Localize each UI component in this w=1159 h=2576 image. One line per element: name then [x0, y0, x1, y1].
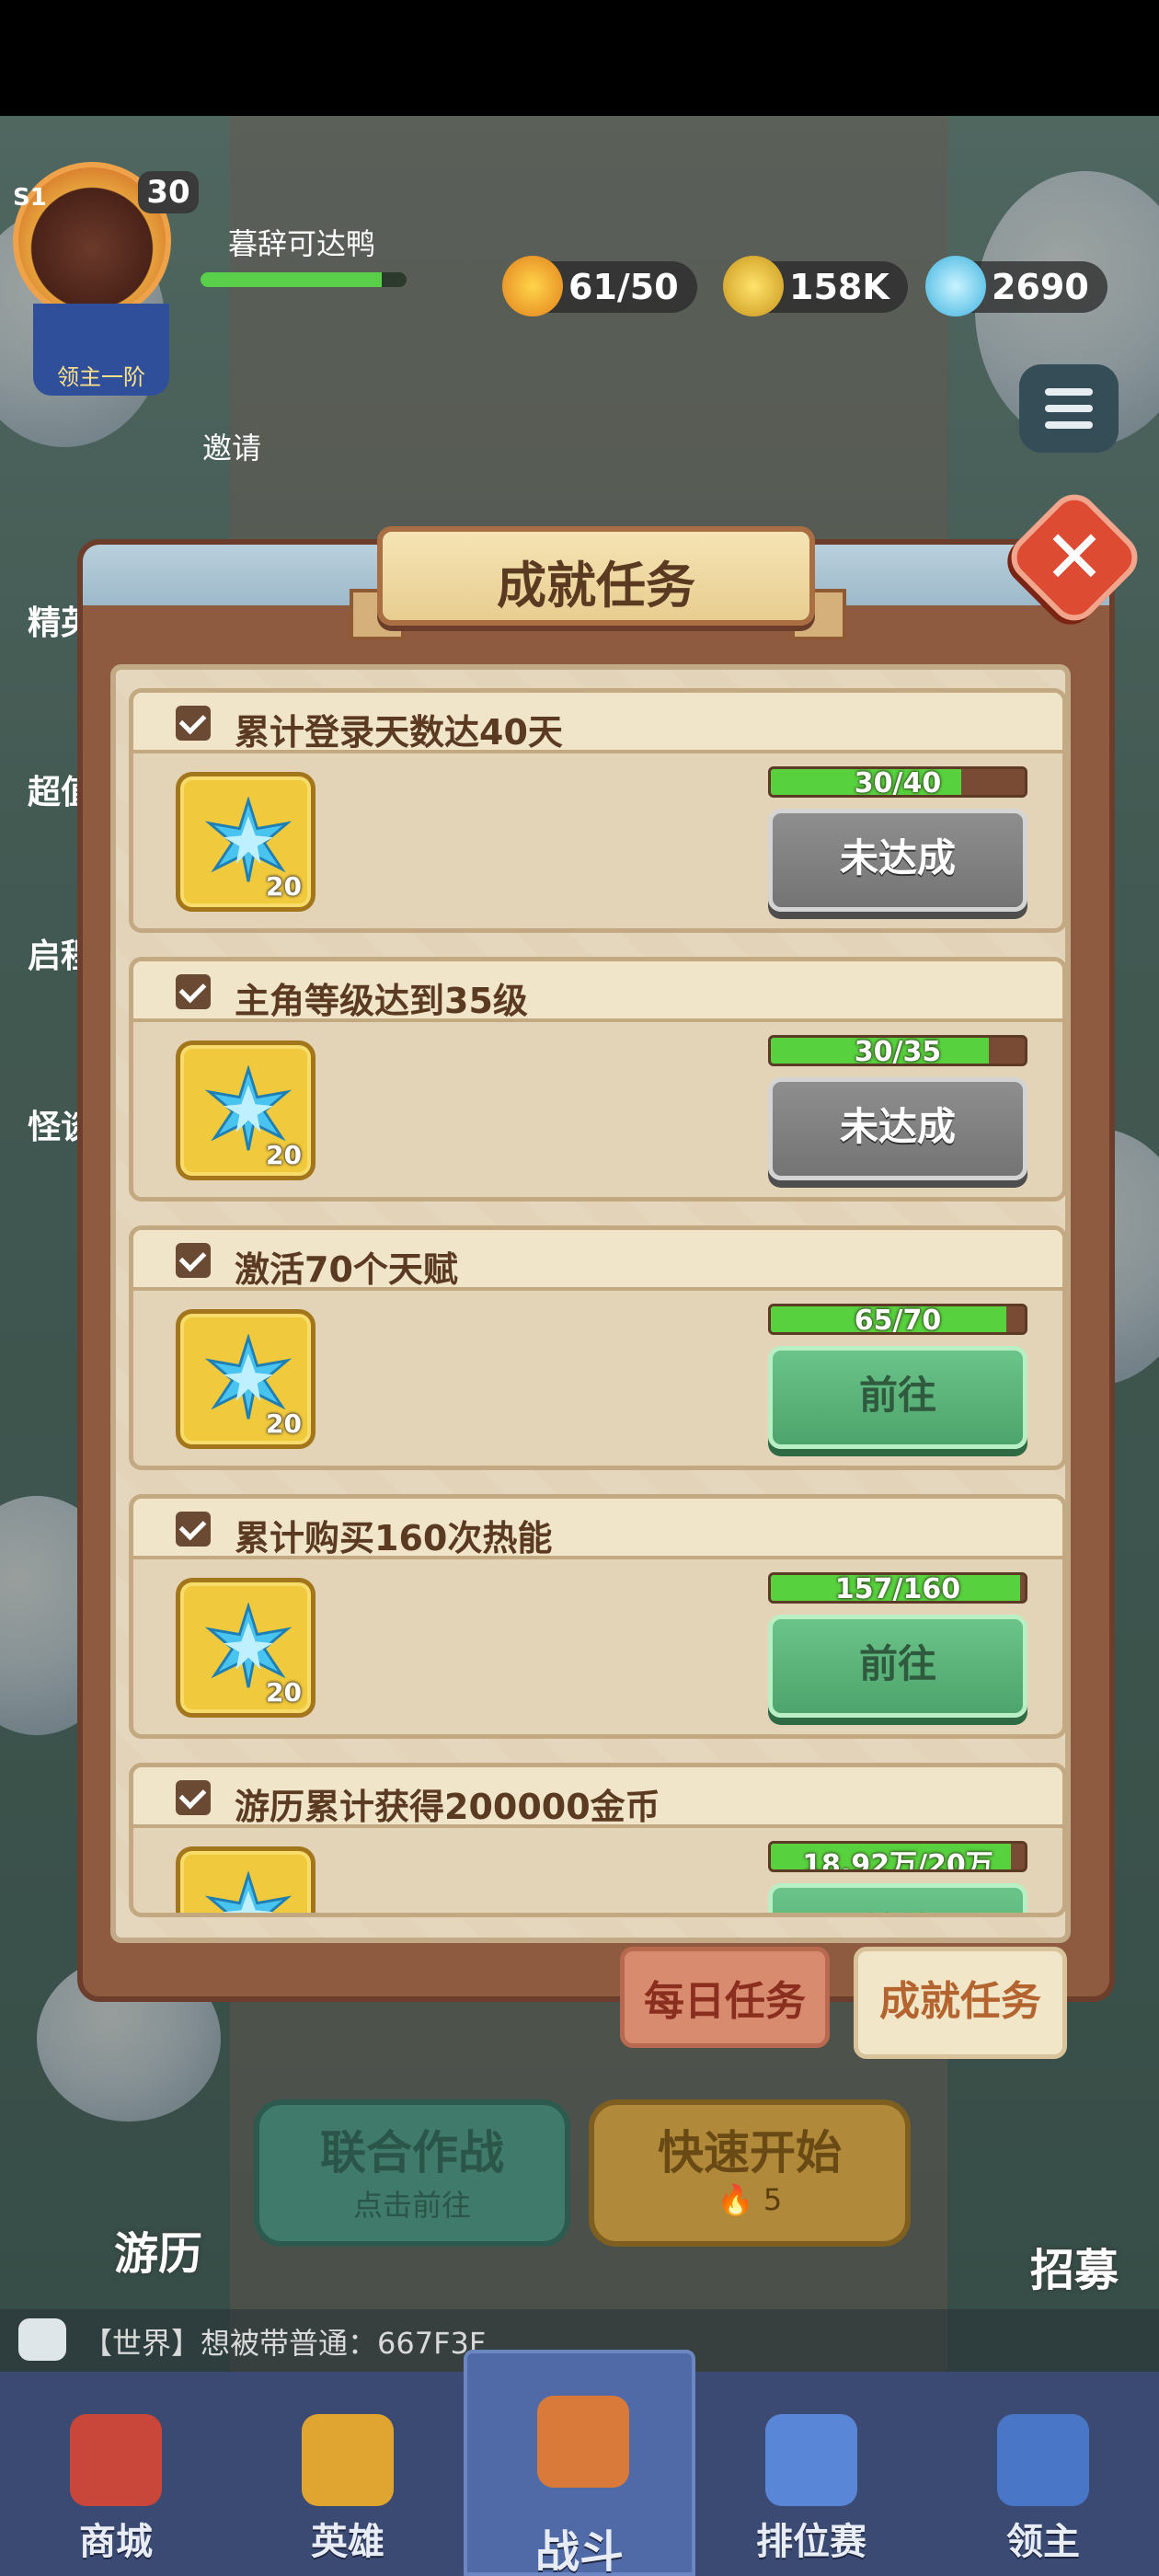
checkbox-icon	[176, 706, 211, 741]
nav-label: 排位赛	[756, 2521, 866, 2563]
menu-icon	[1045, 421, 1093, 429]
energy-flame-icon	[502, 256, 563, 316]
rank-shield-icon	[765, 2414, 857, 2506]
nav-item-4[interactable]: 领主	[927, 2372, 1159, 2576]
task-progress-bar: 30/35	[768, 1035, 1027, 1066]
task-title: 累计购买160次热能	[235, 1518, 553, 1558]
reward-count: 20	[266, 1140, 302, 1170]
chat-message: 【世界】想被带普通：667F3F	[83, 2326, 487, 2361]
task-title: 激活70个天赋	[235, 1249, 458, 1290]
shop-chest-icon	[70, 2414, 162, 2506]
checkbox-icon	[176, 974, 211, 1009]
task-card-header: 累计购买160次热能	[133, 1499, 1062, 1559]
tab-achievement-tasks[interactable]: 成就任务	[854, 1947, 1067, 2059]
nav-item-1[interactable]: 英雄	[232, 2372, 464, 2576]
menu-button[interactable]	[1019, 364, 1119, 453]
task-card-header: 激活70个天赋	[133, 1230, 1062, 1291]
quick-start-cost-value: 5	[763, 2182, 783, 2217]
coop-battle-button[interactable]: 联合作战 点击前往	[254, 2099, 570, 2247]
battle-swords-icon	[537, 2396, 629, 2488]
xp-bar	[201, 272, 407, 287]
task-card: 主角等级达到35级 20 30/35 未达成	[129, 957, 1067, 1202]
rank-title: 领主一阶	[33, 304, 169, 396]
hero-card-icon	[302, 2414, 394, 2506]
gold-counter[interactable]: 158K	[723, 256, 908, 316]
modal-title-plate: 成就任务	[377, 526, 815, 626]
tab-daily-tasks[interactable]: 每日任务	[620, 1947, 830, 2048]
reward-item[interactable]: 20	[176, 1846, 316, 1913]
checkbox-icon	[176, 1780, 211, 1815]
energy-counter[interactable]: 61/50	[502, 256, 697, 316]
nav-label: 战斗	[534, 2526, 624, 2576]
energy-value: 61/50	[568, 267, 679, 307]
recruit-label[interactable]: 招募	[1030, 2234, 1119, 2298]
task-card: 激活70个天赋 20 65/70 前往	[129, 1225, 1067, 1470]
progress-text: 18.92万/20万	[802, 1849, 993, 1872]
task-card-header: 累计登录天数达40天	[133, 693, 1062, 753]
nav-label: 领主	[1006, 2521, 1080, 2563]
quick-start-cost: 🔥 5	[594, 2182, 905, 2217]
gold-value: 158K	[789, 267, 889, 307]
incomplete-button[interactable]: 未达成	[768, 1077, 1027, 1180]
coop-subtitle: 点击前往	[352, 2188, 471, 2223]
task-card-header: 游历累计获得200000金币	[133, 1767, 1062, 1828]
checkbox-icon	[176, 1243, 211, 1278]
reward-item[interactable]: 20	[176, 1309, 316, 1449]
task-title: 游历累计获得200000金币	[235, 1787, 660, 1827]
nav-label: 英雄	[311, 2521, 384, 2563]
task-card: 游历累计获得200000金币 20 18.92万/20万前往	[129, 1763, 1067, 1917]
menu-icon	[1045, 405, 1093, 412]
lord-banner-icon	[997, 2414, 1089, 2506]
nav-label: 商城	[79, 2521, 153, 2563]
xp-fill	[201, 272, 383, 287]
progress-text: 65/70	[854, 1305, 942, 1335]
task-progress-bar: 157/160	[768, 1572, 1027, 1604]
gem-counter[interactable]: 2690	[925, 256, 1107, 316]
modal-title: 成就任务	[497, 557, 695, 615]
goto-button[interactable]: 前往	[768, 1883, 1027, 1913]
reward-item[interactable]: 20	[176, 1578, 316, 1718]
task-progress-bar: 18.92万/20万	[768, 1841, 1027, 1872]
close-icon[interactable]: ✕	[1023, 506, 1126, 609]
incomplete-button[interactable]: 未达成	[768, 809, 1027, 912]
task-progress-bar: 65/70	[768, 1304, 1027, 1335]
nav-item-3[interactable]: 排位赛	[695, 2372, 927, 2576]
task-title: 主角等级达到35级	[235, 981, 528, 1021]
goto-button[interactable]: 前往	[768, 1346, 1027, 1449]
menu-icon	[1045, 388, 1093, 396]
task-progress-bar: 30/40	[768, 766, 1027, 798]
level-badge: 30	[138, 171, 199, 213]
reward-count: 20	[266, 1677, 302, 1708]
task-card: 累计登录天数达40天 20 30/40 未达成	[129, 688, 1067, 933]
reward-count: 20	[266, 1409, 302, 1439]
task-title: 累计登录天数达40天	[235, 712, 563, 753]
ice-crystal-icon	[204, 1870, 293, 1913]
bottom-nav: 商城 英雄 战斗 排位赛 领主	[0, 2350, 1159, 2576]
quick-start-title: 快速开始	[658, 2126, 842, 2179]
quick-start-button[interactable]: 快速开始 🔥 5	[589, 2099, 911, 2247]
progress-text: 157/160	[834, 1573, 961, 1604]
season-label: S1	[13, 184, 47, 212]
reward-count: 20	[266, 871, 302, 902]
gem-crystal-icon	[925, 256, 986, 316]
invite-label[interactable]: 邀请	[202, 425, 261, 467]
nav-item-2[interactable]: 战斗	[464, 2350, 695, 2576]
goto-button[interactable]: 前往	[768, 1615, 1027, 1718]
progress-text: 30/35	[854, 1036, 942, 1066]
task-card-header: 主角等级达到35级	[133, 961, 1062, 1022]
travel-label[interactable]: 游历	[114, 2217, 202, 2282]
reward-item[interactable]: 20	[176, 1041, 316, 1180]
checkbox-icon	[176, 1512, 211, 1547]
chat-bubble-icon[interactable]	[18, 2318, 66, 2361]
nav-item-0[interactable]: 商城	[0, 2372, 232, 2576]
gold-coin-icon	[723, 256, 784, 316]
progress-text: 30/40	[854, 767, 942, 798]
task-card: 累计购买160次热能 20 157/160 前往	[129, 1494, 1067, 1739]
flame-icon: 🔥	[717, 2182, 754, 2217]
coop-title: 联合作战	[320, 2126, 504, 2179]
gem-value: 2690	[992, 267, 1089, 307]
reward-item[interactable]: 20	[176, 772, 316, 912]
player-name: 暮辞可达鸭	[228, 226, 376, 261]
